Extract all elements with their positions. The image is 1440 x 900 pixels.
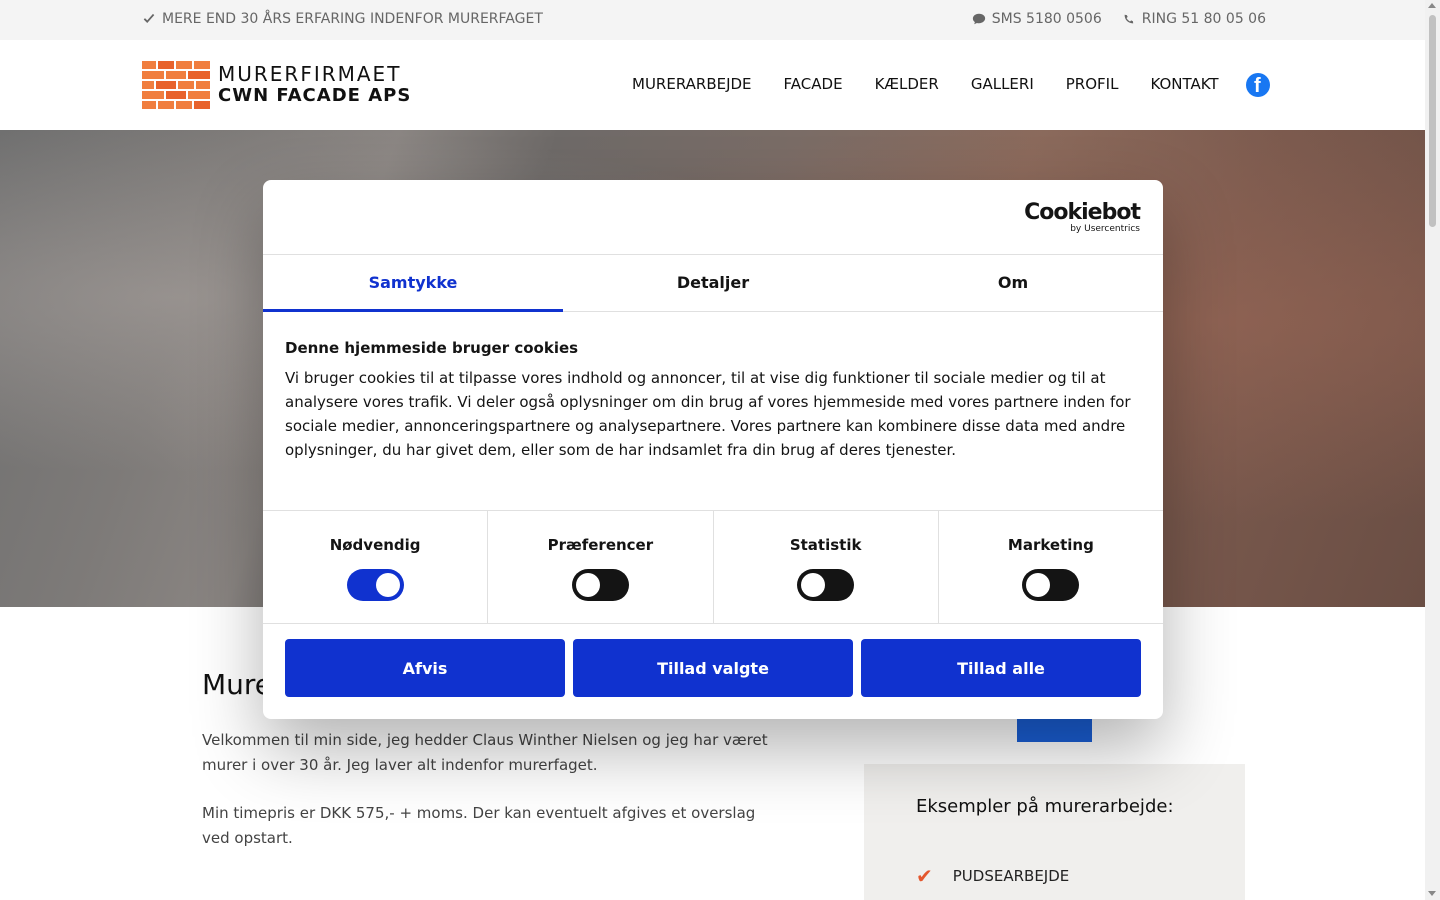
reject-button[interactable]: Afvis [285,639,565,697]
tagline: MERE END 30 ÅRS ERFARING INDENFOR MURERF… [142,11,543,27]
examples-title: Eksempler på murerarbejde: [916,796,1174,817]
cookie-heading: Denne hjemmeside bruger cookies [285,339,579,357]
category-preferences: Præferencer [488,511,714,623]
category-necessary: Nødvendig [263,511,489,623]
category-marketing: Marketing [939,511,1163,623]
cta-button[interactable] [1017,718,1092,742]
cookie-consent-dialog: Cookiebot by Usercentrics Samtykke Detal… [263,180,1163,719]
nav-item-profil[interactable]: PROFIL [1066,75,1119,93]
consent-buttons: Afvis Tillad valgte Tillad alle [285,639,1141,697]
nav-item-galleri[interactable]: GALLERI [971,75,1034,93]
tab-detaljer[interactable]: Detaljer [563,255,863,311]
checkmark-icon: ✔ [916,864,933,888]
marketing-toggle[interactable] [1022,569,1080,601]
list-item-label: PUDSEARBEJDE [952,867,1070,885]
category-label: Statistik [789,536,862,554]
nav-item-kaelder[interactable]: KÆLDER [875,75,939,93]
allow-all-button[interactable]: Tillad alle [861,639,1141,697]
logo-line-2: CWN FACADE APS [218,85,412,106]
preferences-toggle[interactable] [571,569,629,601]
nav-item-facade[interactable]: FACADE [784,75,843,93]
price-paragraph: Min timepris er DKK 575,- + moms. Der ka… [202,804,756,847]
category-statistics: Statistik [714,511,939,623]
top-bar: MERE END 30 ÅRS ERFARING INDENFOR MURERF… [0,0,1425,40]
site-logo[interactable]: MURERFIRMAET CWN FACADE APS [142,61,411,109]
list-item: ✔ PUDSEARBEJDE [916,864,1069,888]
tagline-text: MERE END 30 ÅRS ERFARING INDENFOR MURERF… [162,11,543,27]
check-icon [143,13,155,23]
cookie-description: Vi bruger cookies til at tilpasse vores … [285,369,1131,459]
sms-text: SMS 5180 0506 [991,11,1102,27]
scrollbar[interactable] [1425,0,1440,900]
phone-link[interactable]: RING 51 80 05 06 [1122,11,1266,27]
tab-samtykke[interactable]: Samtykke [263,255,563,312]
brand-subtitle: by Usercentrics [1070,224,1140,234]
site-header: MURERFIRMAET CWN FACADE APS MURERARBEJDE… [0,40,1425,130]
phone-icon [1124,14,1133,24]
chat-icon [972,13,985,25]
necessary-toggle[interactable] [346,569,404,601]
intro-paragraph: Velkommen til min side, jeg hedder Claus… [202,731,768,774]
scrollbar-thumb[interactable] [1429,15,1436,227]
allow-selected-button[interactable]: Tillad valgte [573,639,853,697]
brick-wall-icon [142,61,210,109]
page-title: Mure [202,668,273,701]
cookiebot-logo: Cookiebot by Usercentrics [1024,200,1141,235]
statistics-toggle[interactable] [797,569,855,601]
facebook-icon[interactable] [1246,73,1270,98]
scroll-down-arrow[interactable] [1428,891,1436,896]
category-label: Præferencer [547,536,654,554]
consent-categories: Nødvendig Præferencer Statistik Marketin… [263,510,1163,624]
phone-text: RING 51 80 05 06 [1141,11,1266,27]
logo-line-1: MURERFIRMAET [218,62,402,86]
nav-item-kontakt[interactable]: KONTAKT [1150,75,1218,93]
category-label: Nødvendig [329,536,421,554]
nav-item-murerarbejde[interactable]: MURERARBEJDE [632,75,752,93]
main-nav: MURERARBEJDE FACADE KÆLDER GALLERI PROFI… [632,75,1219,93]
sms-link[interactable]: SMS 5180 0506 [972,11,1102,27]
brand-name: Cookiebot [1024,200,1141,225]
category-label: Marketing [1007,536,1094,554]
consent-tabs: Samtykke Detaljer Om [263,254,1163,312]
scroll-up-arrow[interactable] [1428,3,1436,8]
examples-box: Eksempler på murerarbejde: ✔ PUDSEARBEJD… [864,764,1245,900]
tab-om[interactable]: Om [863,255,1163,311]
